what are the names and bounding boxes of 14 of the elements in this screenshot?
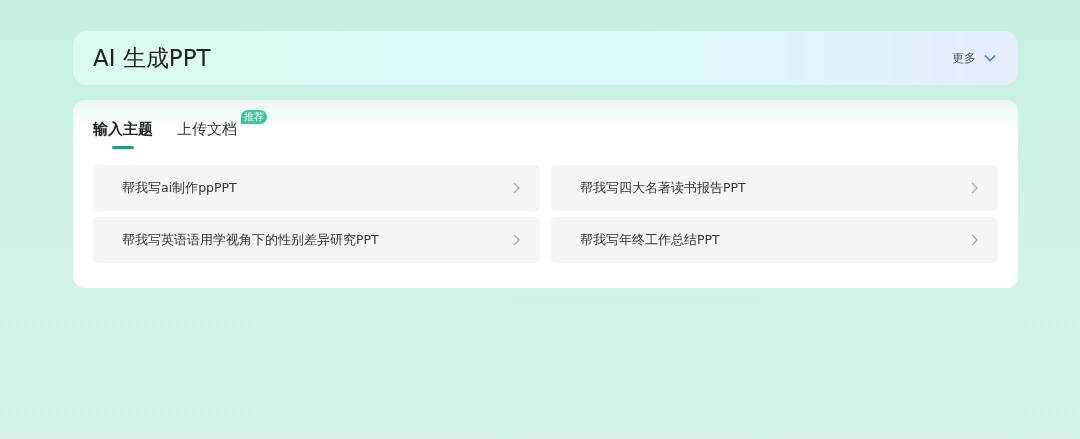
chevron-right-icon [513,234,520,246]
suggestion-item[interactable]: 帮我写年终工作总结PPT [551,217,998,263]
chevron-right-icon [971,182,978,194]
suggestion-item[interactable]: 帮我写英语语用学视角下的性别差异研究PPT [93,217,540,263]
chevron-down-icon [984,54,996,62]
suggestion-item[interactable]: 帮我写ai制作ppPPT [93,165,540,211]
more-button[interactable]: 更多 [952,49,996,67]
chevron-right-icon [971,234,978,246]
suggestion-item[interactable]: 帮我写四大名著读书报告PPT [551,165,998,211]
page-title: AI 生成PPT [93,43,211,73]
chevron-right-icon [513,182,520,194]
tab[interactable]: 输入主题 [93,116,153,149]
recommend-badge: 推荐 [241,110,267,124]
tab-underline [112,146,134,149]
